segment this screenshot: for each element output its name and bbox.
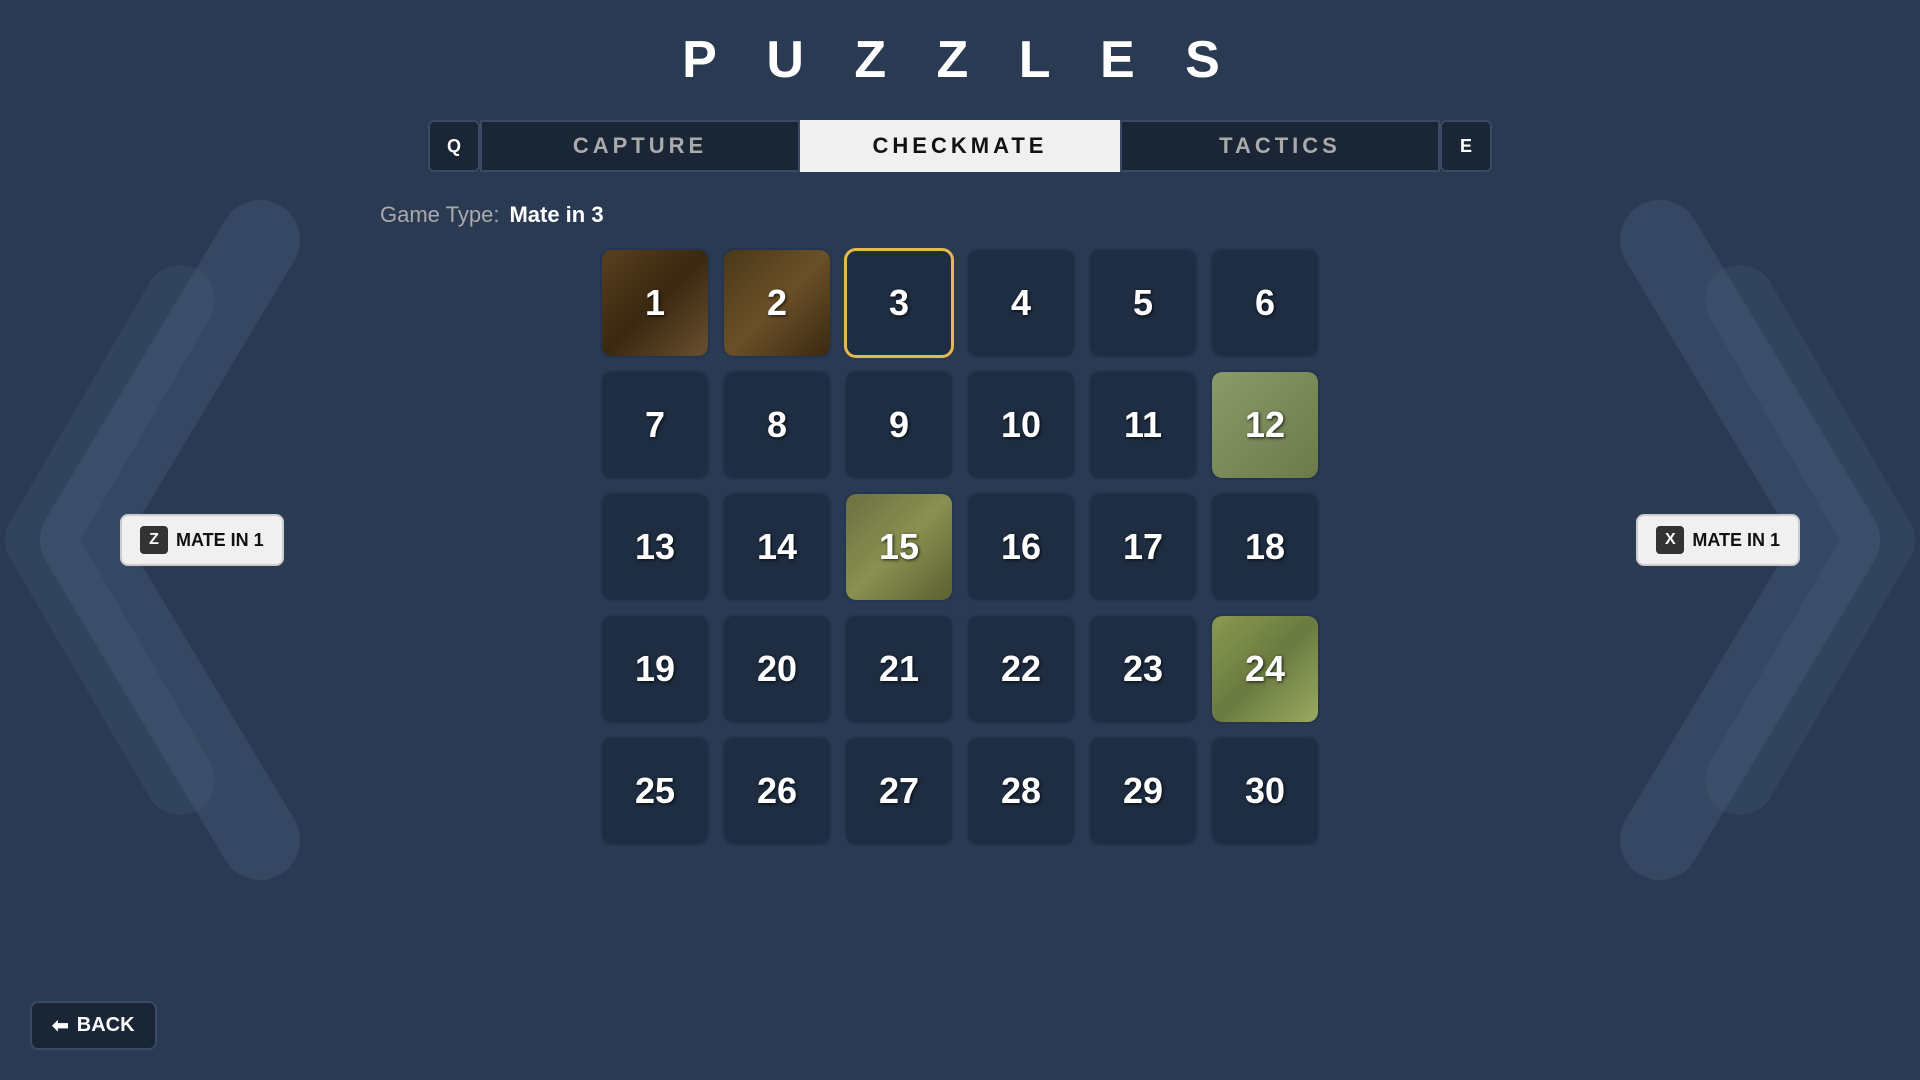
mate-in-1-left-button[interactable]: Z MATE IN 1: [120, 514, 284, 566]
puzzle-number-29: 29: [1123, 770, 1163, 812]
puzzle-number-23: 23: [1123, 648, 1163, 690]
game-type-label: Game Type:: [380, 202, 499, 228]
puzzle-cell-18[interactable]: 18: [1210, 492, 1320, 602]
puzzle-cell-16[interactable]: 16: [966, 492, 1076, 602]
puzzle-number-10: 10: [1001, 404, 1041, 446]
puzzle-cell-25[interactable]: 25: [600, 736, 710, 846]
puzzle-number-4: 4: [1011, 282, 1031, 324]
puzzle-number-14: 14: [757, 526, 797, 568]
mate-in-1-right-label: MATE IN 1: [1692, 530, 1780, 551]
puzzle-number-30: 30: [1245, 770, 1285, 812]
puzzle-number-5: 5: [1133, 282, 1153, 324]
puzzle-number-21: 21: [879, 648, 919, 690]
puzzle-number-9: 9: [889, 404, 909, 446]
puzzle-cell-5[interactable]: 5: [1088, 248, 1198, 358]
right-tab-icon[interactable]: E: [1440, 120, 1492, 172]
back-icon: ⬅: [52, 1013, 69, 1038]
puzzle-number-13: 13: [635, 526, 675, 568]
z-key-badge: Z: [140, 526, 168, 554]
puzzle-number-6: 6: [1255, 282, 1275, 324]
puzzle-number-8: 8: [767, 404, 787, 446]
puzzle-cell-10[interactable]: 10: [966, 370, 1076, 480]
mate-in-1-right-button[interactable]: X MATE IN 1: [1636, 514, 1800, 566]
puzzle-number-16: 16: [1001, 526, 1041, 568]
puzzle-number-27: 27: [879, 770, 919, 812]
puzzle-number-24: 24: [1245, 648, 1285, 690]
puzzle-number-20: 20: [757, 648, 797, 690]
puzzle-number-18: 18: [1245, 526, 1285, 568]
puzzle-grid: 1234567891011121314151617181920212223242…: [600, 248, 1320, 846]
puzzle-cell-15[interactable]: 15: [844, 492, 954, 602]
puzzle-cell-22[interactable]: 22: [966, 614, 1076, 724]
puzzle-cell-26[interactable]: 26: [722, 736, 832, 846]
page-title: P U Z Z L E S: [682, 30, 1238, 90]
tab-capture[interactable]: CAPTURE: [480, 120, 800, 172]
puzzle-cell-30[interactable]: 30: [1210, 736, 1320, 846]
right-side-button-container: X MATE IN 1: [1636, 514, 1800, 566]
puzzle-cell-11[interactable]: 11: [1088, 370, 1198, 480]
puzzle-cell-3[interactable]: 3: [844, 248, 954, 358]
puzzle-number-25: 25: [635, 770, 675, 812]
puzzle-number-22: 22: [1001, 648, 1041, 690]
x-key-badge: X: [1656, 526, 1684, 554]
puzzle-cell-6[interactable]: 6: [1210, 248, 1320, 358]
puzzle-number-28: 28: [1001, 770, 1041, 812]
tab-checkmate[interactable]: CHECKMATE: [800, 120, 1120, 172]
puzzle-cell-19[interactable]: 19: [600, 614, 710, 724]
puzzle-number-17: 17: [1123, 526, 1163, 568]
puzzle-cell-13[interactable]: 13: [600, 492, 710, 602]
left-tab-icon[interactable]: Q: [428, 120, 480, 172]
puzzle-cell-29[interactable]: 29: [1088, 736, 1198, 846]
puzzle-number-12: 12: [1245, 404, 1285, 446]
game-type-value: Mate in 3: [509, 202, 603, 228]
mate-in-1-left-label: MATE IN 1: [176, 530, 264, 551]
tab-tactics[interactable]: TACTICS: [1120, 120, 1440, 172]
tab-bar: Q CAPTURE CHECKMATE TACTICS E: [428, 120, 1492, 172]
main-content: P U Z Z L E S Q CAPTURE CHECKMATE TACTIC…: [0, 0, 1920, 846]
puzzle-cell-23[interactable]: 23: [1088, 614, 1198, 724]
puzzle-number-1: 1: [645, 282, 665, 324]
puzzle-number-19: 19: [635, 648, 675, 690]
back-button[interactable]: ⬅ BACK: [30, 1001, 157, 1050]
puzzle-cell-17[interactable]: 17: [1088, 492, 1198, 602]
puzzle-cell-7[interactable]: 7: [600, 370, 710, 480]
puzzle-number-2: 2: [767, 282, 787, 324]
puzzle-number-26: 26: [757, 770, 797, 812]
puzzle-number-15: 15: [879, 526, 919, 568]
puzzle-cell-28[interactable]: 28: [966, 736, 1076, 846]
left-side-button-container: Z MATE IN 1: [120, 514, 284, 566]
puzzle-cell-27[interactable]: 27: [844, 736, 954, 846]
game-type-row: Game Type: Mate in 3: [380, 202, 604, 228]
puzzle-number-11: 11: [1124, 404, 1162, 446]
puzzle-cell-4[interactable]: 4: [966, 248, 1076, 358]
puzzle-number-3: 3: [889, 282, 909, 324]
puzzle-cell-20[interactable]: 20: [722, 614, 832, 724]
puzzle-cell-21[interactable]: 21: [844, 614, 954, 724]
puzzle-number-7: 7: [645, 404, 665, 446]
puzzle-cell-1[interactable]: 1: [600, 248, 710, 358]
puzzle-cell-12[interactable]: 12: [1210, 370, 1320, 480]
puzzle-cell-9[interactable]: 9: [844, 370, 954, 480]
puzzle-cell-24[interactable]: 24: [1210, 614, 1320, 724]
puzzle-cell-8[interactable]: 8: [722, 370, 832, 480]
puzzle-cell-14[interactable]: 14: [722, 492, 832, 602]
puzzle-cell-2[interactable]: 2: [722, 248, 832, 358]
back-label: BACK: [77, 1014, 135, 1037]
